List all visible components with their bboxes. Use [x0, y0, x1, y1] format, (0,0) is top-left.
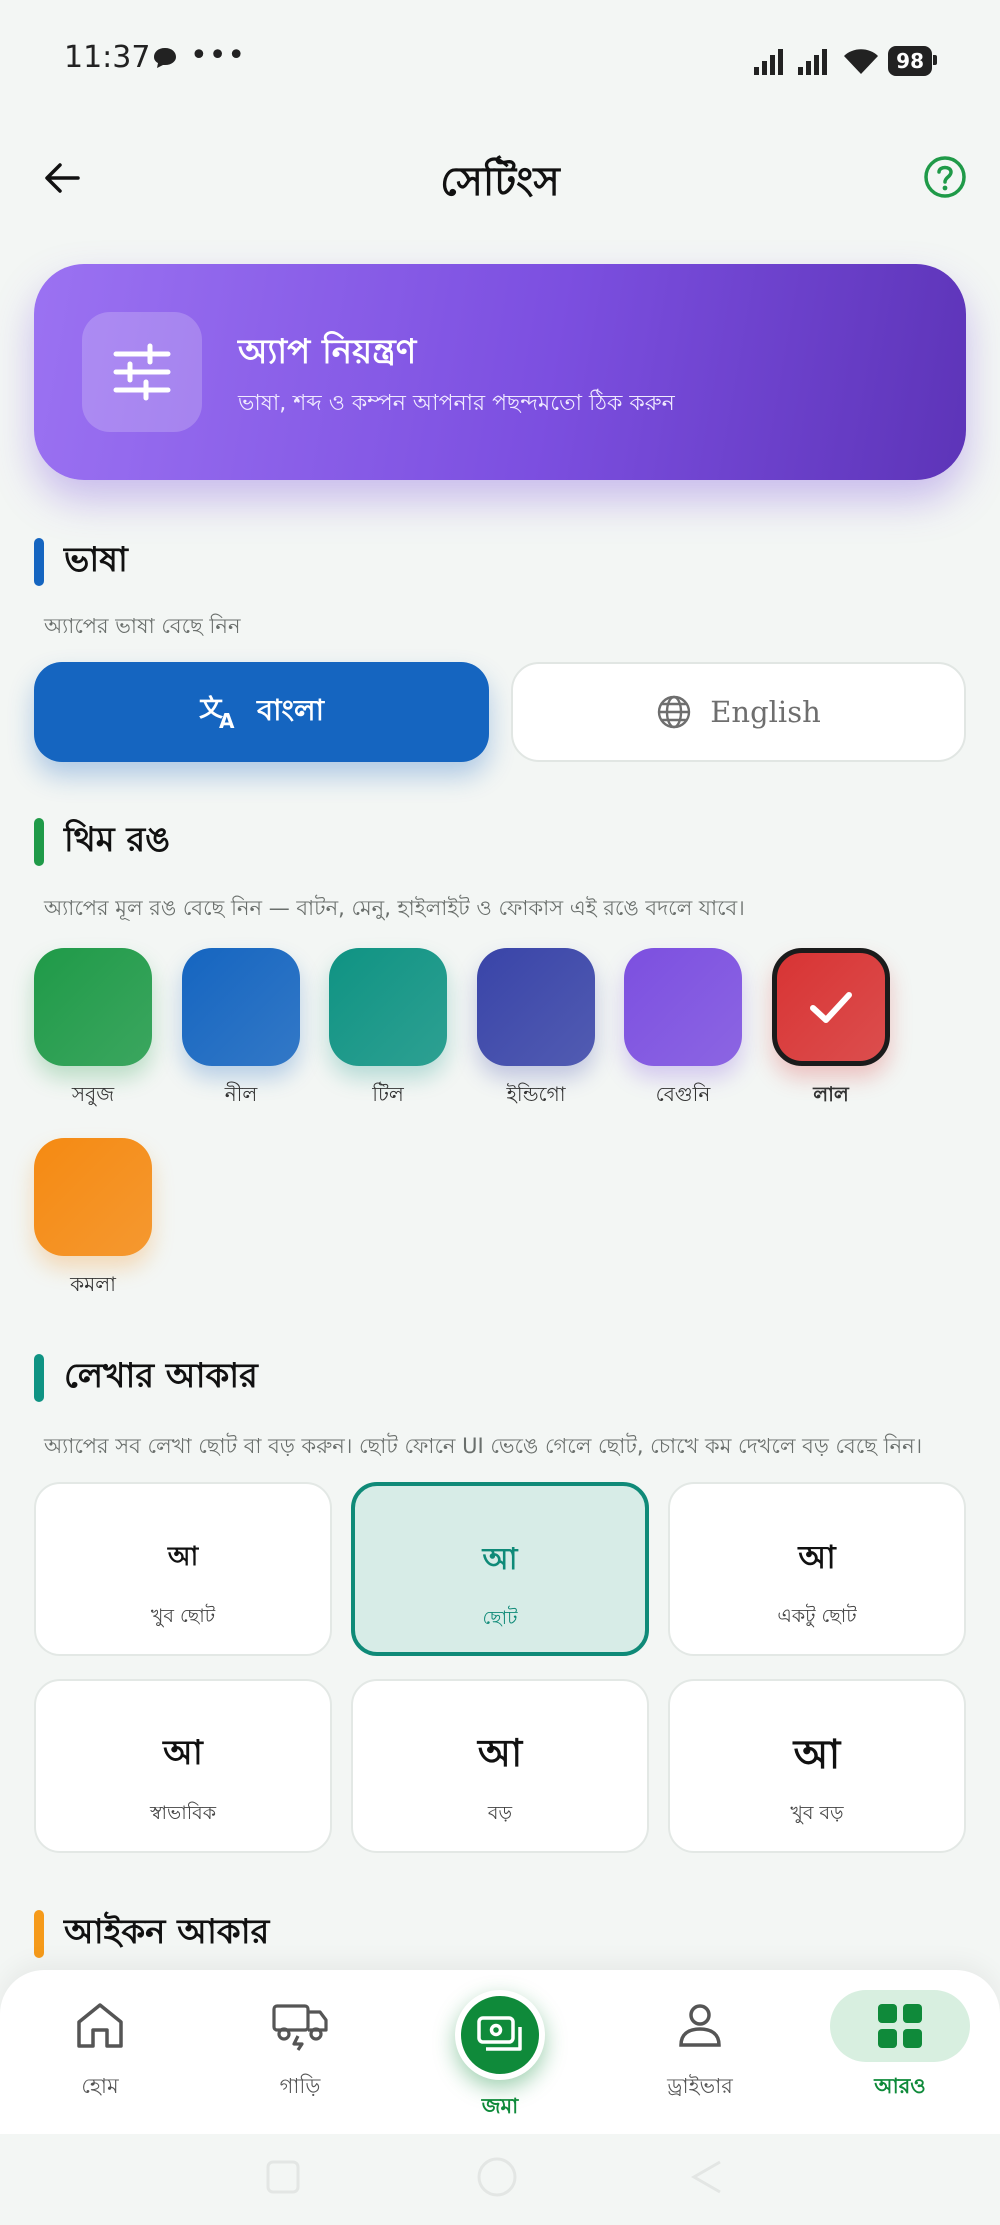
font-size-preview-glyph: আ [482, 1542, 518, 1577]
theme-color-swatch[interactable] [34, 948, 152, 1066]
font-size-option[interactable]: আ বড় [351, 1679, 649, 1853]
theme-color-label: সবুজ [71, 1082, 115, 1106]
check-icon [810, 992, 852, 1023]
font-size-option[interactable]: আ স্বাভাবিক [34, 1679, 332, 1853]
icon-size-section-header: আইকন আকার [34, 1910, 269, 1958]
language-option-label: English [710, 695, 821, 729]
grid-icon [878, 2004, 922, 2048]
battery-indicator: 98 [888, 46, 937, 76]
section-accent-bar [34, 1354, 44, 1402]
font-size-option-label: স্বাভাবিক [149, 1802, 217, 1824]
font-size-preview-glyph: আ [167, 1541, 199, 1572]
app-control-banner: অ্যাপ নিয়ন্ত্রণ ভাষা, শব্দ ও কম্পন আপনা… [34, 264, 966, 480]
system-gesture-bar [0, 2134, 1000, 2225]
system-nav-icons [266, 2157, 721, 2197]
theme-section-header: থিম রঙ [34, 818, 170, 866]
font-size-option[interactable]: আ একটু ছোট [668, 1482, 966, 1656]
wifi-icon [844, 49, 879, 74]
theme-color-label: নীল [224, 1082, 258, 1106]
svg-text:A: A [219, 709, 235, 730]
status-time: 11:37 [64, 40, 151, 75]
font-size-option[interactable]: আ খুব ছোট [34, 1482, 332, 1656]
theme-color-swatch[interactable] [772, 948, 890, 1066]
font-size-description: অ্যাপের সব লেখা ছোট বা বড় করুন। ছোট ফোন… [44, 1434, 923, 1458]
theme-color-swatch[interactable] [182, 948, 300, 1066]
language-description: অ্যাপের ভাষা বেছে নিন [44, 614, 241, 638]
theme-color-label: টিল [372, 1082, 404, 1106]
theme-color-swatch[interactable] [34, 1138, 152, 1256]
nav-vehicles[interactable]: গাড়ি [220, 1970, 380, 2120]
section-accent-bar [34, 818, 44, 866]
icon-size-section-title: আইকন আকার [64, 1911, 270, 1952]
font-size-section-header: লেখার আকার [34, 1354, 258, 1402]
font-size-preview-glyph: আ [798, 1537, 836, 1576]
cash-icon [477, 2016, 522, 2051]
font-size-option-label: খুব বড় [790, 1802, 844, 1824]
signal-icon-2 [798, 49, 828, 75]
nav-label: গাড়ি [279, 2074, 321, 2098]
language-option-bangla[interactable]: 文 A বাংলা [34, 662, 489, 762]
font-size-option-label: ছোট [482, 1607, 518, 1629]
nav-label: হোম [81, 2074, 119, 2098]
font-size-preview-glyph: আ [793, 1732, 841, 1778]
language-option-english[interactable]: English [511, 662, 966, 762]
theme-description: অ্যাপের মূল রঙ বেছে নিন — বাটন, মেনু, হা… [44, 896, 745, 920]
sliders-icon [113, 343, 171, 401]
font-size-option-label: বড় [487, 1802, 513, 1824]
font-size-option-label: একটু ছোট [777, 1605, 857, 1627]
theme-color-label: লাল [813, 1082, 849, 1106]
font-size-section-title: লেখার আকার [64, 1355, 258, 1396]
person-icon [679, 2004, 721, 2047]
theme-section-title: থিম রঙ [64, 819, 171, 860]
home-icon [77, 2003, 123, 2048]
theme-color-label: কমলা [70, 1272, 116, 1296]
nav-label: ড্রাইভার [667, 2074, 733, 2098]
banner-title: অ্যাপ নিয়ন্ত্রণ [238, 332, 417, 372]
font-size-option-label: খুব ছোট [150, 1605, 216, 1627]
section-accent-bar [34, 538, 44, 586]
theme-color-swatch[interactable] [329, 948, 447, 1066]
nav-driver[interactable]: ড্রাইভার [620, 1970, 780, 2120]
status-more-dots: ••• [190, 38, 247, 73]
banner-subtitle: ভাষা, শব্দ ও কম্পন আপনার পছন্দমতো ঠিক কর… [238, 391, 675, 416]
theme-color-label: ইন্ডিগো [506, 1082, 566, 1106]
font-size-option[interactable]: আ খুব বড় [668, 1679, 966, 1853]
font-size-preview-glyph: আ [163, 1733, 203, 1774]
theme-color-swatch[interactable] [624, 948, 742, 1066]
truck-icon [272, 2004, 328, 2051]
language-section-header: ভাষা [34, 538, 128, 586]
nav-home[interactable]: হোম [20, 1970, 180, 2120]
language-section-title: ভাষা [64, 539, 128, 580]
theme-color-swatch[interactable] [477, 948, 595, 1066]
font-size-preview-glyph: আ [477, 1731, 523, 1776]
status-bar: 11:37 ••• 98 [0, 0, 1000, 120]
page-title: সেটিংস [440, 159, 560, 205]
nav-more-active-pill[interactable] [830, 1990, 970, 2062]
app-header: সেটিংস [0, 130, 1000, 226]
chat-bubble-icon [154, 48, 176, 68]
font-size-option[interactable]: আ ছোট [351, 1482, 649, 1656]
language-option-label: বাংলা [256, 692, 325, 727]
globe-icon [658, 695, 691, 729]
translate-icon: 文 A [199, 694, 235, 730]
help-icon[interactable] [920, 152, 970, 202]
sliders-icon-box [82, 312, 202, 432]
theme-color-label: বেগুনি [655, 1082, 711, 1106]
deposit-fab[interactable] [455, 1990, 545, 2080]
signal-icon [754, 49, 784, 75]
nav-label: জমা [481, 2094, 519, 2118]
section-accent-bar [34, 1910, 44, 1958]
nav-label: আরও [874, 2074, 926, 2098]
